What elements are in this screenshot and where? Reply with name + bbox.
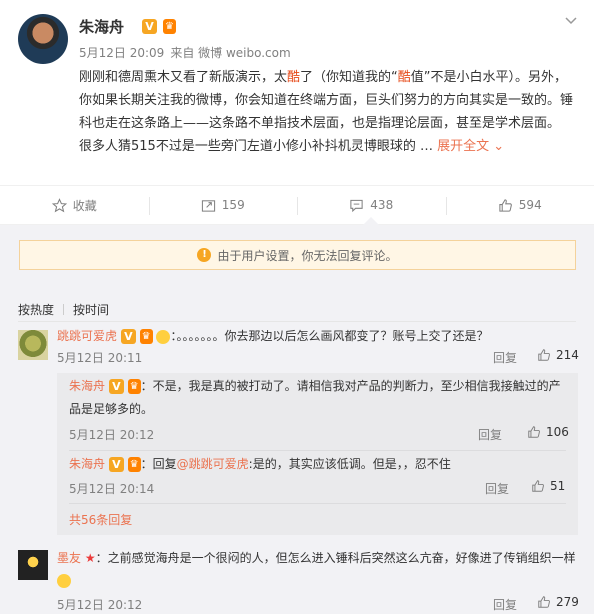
section-divider [18, 321, 576, 322]
member-icon: ♛ [127, 379, 141, 394]
favorite-button[interactable]: 收藏 [0, 186, 149, 224]
reply-text: 朱海舟 V ♛ ：回复@跳跳可爱虎:是的，其实应该低调。但是，，忍不住 [69, 457, 451, 472]
tab-sort-time[interactable]: 按时间 [73, 301, 109, 318]
post-date[interactable]: 5月12日 20:09 [79, 46, 164, 60]
comment-date: 5月12日 20:12 [57, 598, 143, 612]
comment-text: 墨友 ★：之前感觉海舟是一个很闷的人，但怎么进入锤科后突然这么亢奋，好像进了传销… [57, 551, 576, 565]
replier-name[interactable]: 朱海舟 [69, 379, 105, 393]
reply-text-cont: 品是足够多的。 [69, 402, 154, 416]
reply-like-button[interactable]: 51 [531, 479, 565, 493]
reply-divider [69, 503, 566, 504]
sort-tabs: 按热度 按时间 [18, 301, 109, 318]
thumb-up-icon [528, 426, 540, 438]
reply-divider [69, 450, 566, 451]
thumb-up-icon [538, 596, 550, 608]
thumb-up-icon [499, 198, 512, 212]
comment-text: 跳跳可爱虎 V ♛ ：。。。。。。。你去那边以后怎么画风都变了？账号上交了还是？ [57, 329, 489, 344]
member-icon: ♛ [163, 19, 176, 34]
comment-button[interactable]: 438 [297, 186, 446, 225]
author-badges: V ♛ [142, 19, 176, 34]
commenter-name[interactable]: 跳跳可爱虎 [57, 329, 117, 343]
sort-divider [63, 304, 65, 315]
commenter-name[interactable]: 墨友 [57, 551, 81, 565]
commenter-avatar[interactable] [18, 550, 48, 580]
comment-icon [350, 199, 363, 212]
repost-button[interactable]: 159 [148, 186, 298, 224]
weibo-post: 朱海舟 V ♛ 5月12日 20:09 来自 微博 weibo.com 刚刚和德周… [0, 0, 594, 185]
reply-disabled-notice: ! 由于用户设置，你无法回复评论。 [19, 240, 576, 270]
verified-icon: V [108, 379, 124, 394]
thumb-up-icon [532, 480, 544, 492]
reply-date: 5月12日 20:12 [69, 428, 155, 442]
reply-text: 朱海舟 V ♛ ：不是，我是真的被打动了。请相信我对产品的判断力，至少相信我接触过… [69, 379, 561, 394]
repost-icon [201, 199, 215, 212]
author-avatar[interactable] [18, 14, 68, 64]
author-name[interactable]: 朱海舟 [79, 16, 124, 37]
mention-link[interactable]: @跳跳可爱虎 [177, 457, 249, 471]
member-icon: ♛ [139, 329, 153, 344]
like-button[interactable]: 594 [445, 186, 594, 224]
comment-emoji-line [57, 571, 71, 589]
post-body: 刚刚和德周熏木又看了新版演示，太酷了（你知道我的“酷值”不是小白水平）。另外，你… [79, 66, 579, 158]
caret-down-icon[interactable] [564, 14, 578, 28]
verified-icon: V [108, 457, 124, 472]
commenter-avatar[interactable] [18, 330, 48, 360]
comment-section: ! 由于用户设置，你无法回复评论。 按热度 按时间 跳跳可爱虎 V ♛ ：。。。… [0, 225, 594, 614]
verified-icon: V [120, 329, 136, 344]
smile-icon [156, 329, 171, 344]
reply-button[interactable]: 回复 [493, 349, 517, 366]
post-paragraph-2: 很多人猜515不过是一些旁门左道小修小补抖机灵博眼球的 … 展开全文 ⌄ [79, 139, 505, 154]
post-meta: 5月12日 20:09 来自 微博 weibo.com [79, 44, 291, 61]
action-bar: 收藏 159 438 594 [0, 185, 594, 225]
reply-button[interactable]: 回复 [493, 596, 517, 613]
more-replies-link[interactable]: 共56条回复 [69, 511, 132, 528]
reply-date: 5月12日 20:14 [69, 482, 155, 496]
comment-date: 5月12日 20:11 [57, 351, 143, 365]
reply-button[interactable]: 回复 [478, 426, 502, 443]
replier-name[interactable]: 朱海舟 [69, 457, 105, 471]
laugh-icon [57, 573, 71, 588]
expand-link[interactable]: 展开全文 ⌄ [437, 139, 504, 154]
comment-like-button[interactable]: 279 [537, 595, 579, 609]
reply-button[interactable]: 回复 [485, 480, 509, 497]
star-icon [51, 197, 67, 212]
member-icon: ♛ [127, 457, 141, 472]
post-paragraph-1: 刚刚和德周熏木又看了新版演示，太酷了（你知道我的“酷值”不是小白水平）。另外，你… [79, 70, 574, 131]
reply-like-button[interactable]: 106 [527, 425, 569, 439]
star-badge-icon: ★ [84, 551, 96, 565]
thumb-up-icon [538, 349, 550, 361]
post-source: 来自 微博 weibo.com [170, 46, 291, 60]
verified-icon: V [142, 19, 157, 34]
reply-thread: 朱海舟 V ♛ ：不是，我是真的被打动了。请相信我对产品的判断力，至少相信我接触过… [57, 373, 578, 535]
tab-sort-hot[interactable]: 按热度 [18, 301, 54, 318]
comment-like-button[interactable]: 214 [537, 348, 579, 362]
warning-icon: ! [197, 248, 212, 262]
